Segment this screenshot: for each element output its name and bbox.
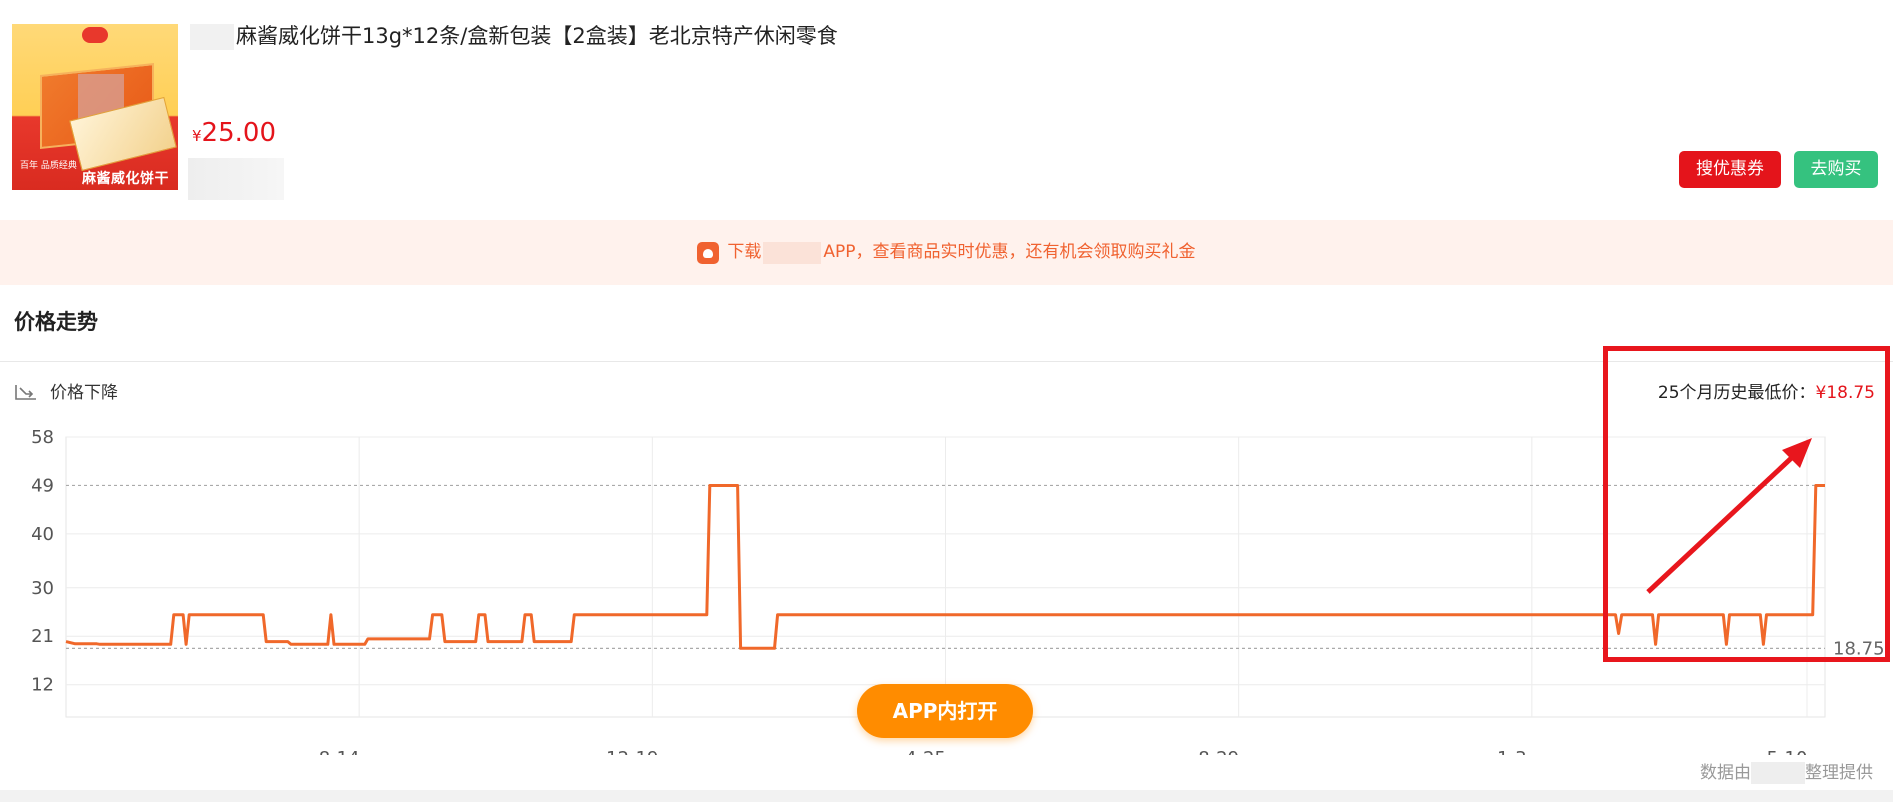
search-coupon-button[interactable]: 搜优惠券 [1679,151,1781,188]
product-image[interactable]: 百年 品质经典 麻酱威化饼干 [12,24,178,190]
money-bag-icon [697,241,720,264]
reference-label: 18.75 [1833,638,1885,659]
brand-logo-icon [82,27,108,43]
promo-text: APP，查看商品实时优惠，还有机会领取购买礼金 [823,242,1196,262]
redacted-brand [190,24,234,50]
y-tick-label: 12 [31,675,54,696]
promo-prefix: 下载 [727,242,762,262]
promo-banner[interactable]: 下载 APP，查看商品实时优惠，还有机会领取购买礼金 [0,220,1893,285]
data-source-note: 数据由 整理提供 [1700,758,1873,784]
price-trend-label: 价格下降 [14,378,118,403]
annotation-arrow-icon [1646,438,1812,594]
price-value: 25.00 [201,118,276,148]
x-tick-label: 8-14 [319,748,360,755]
image-corner-text: 百年 品质经典 [20,161,77,171]
lowest-price-label: 25个月历史最低价： [1657,383,1816,403]
open-in-app-button[interactable]: APP内打开 [857,684,1033,738]
x-tick-label: 8-29 [1198,748,1239,755]
divider [0,361,1893,362]
bottom-bar [0,790,1893,802]
x-tick-label: 12-19 [606,748,658,755]
source-suffix: 整理提供 [1805,763,1873,783]
product-price: ¥25.00 [192,118,276,148]
product-title[interactable]: 麻酱威化饼干13g*12条/盒新包装【2盒装】老北京特产休闲零食 [236,20,838,50]
x-tick-label: 5-10 [1767,748,1808,755]
image-banner-text: 麻酱威化饼干 [82,171,169,187]
y-tick-label: 30 [31,578,54,599]
lowest-price-value: ¥18.75 [1815,383,1875,403]
y-tick-label: 49 [31,475,54,496]
redacted-app-name [763,241,822,264]
y-tick-label: 58 [31,427,54,448]
redacted-store [188,158,284,200]
section-title: 价格走势 [14,310,98,334]
trend-down-icon [15,384,36,400]
product-card: 百年 品质经典 麻酱威化饼干 麻酱威化饼干13g*12条/盒新包装【2盒装】老北… [0,0,1893,220]
source-prefix: 数据由 [1700,763,1751,783]
x-tick-label: 4-25 [905,748,946,755]
x-tick-label: 1-3 [1497,748,1526,755]
buy-button[interactable]: 去购买 [1794,151,1878,188]
lowest-price: 25个月历史最低价：¥18.75 [1658,378,1875,403]
y-tick-label: 21 [31,626,54,647]
y-tick-label: 40 [31,524,54,545]
price-currency: ¥ [192,127,202,145]
redacted-source [1751,762,1805,784]
trend-text: 价格下降 [50,383,118,403]
